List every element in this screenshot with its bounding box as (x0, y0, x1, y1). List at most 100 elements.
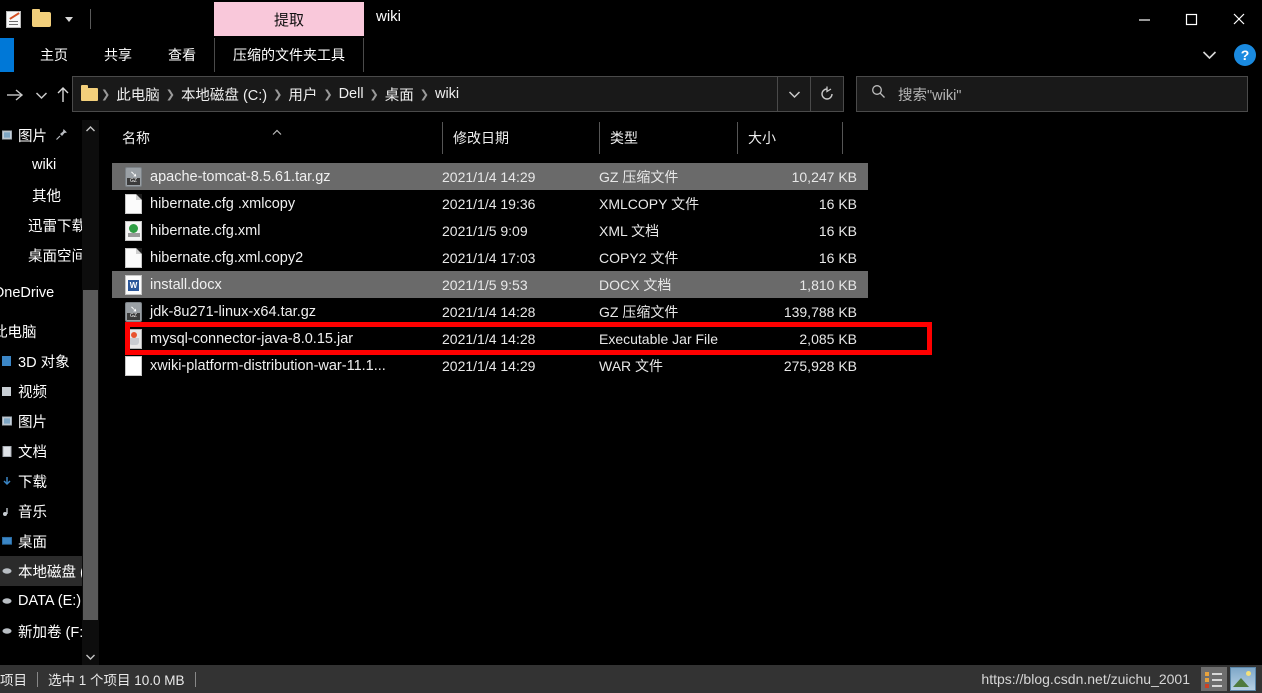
search-placeholder: 搜索"wiki" (898, 87, 962, 104)
tab-share[interactable]: 共享 (86, 38, 150, 72)
help-button[interactable]: ? (1234, 44, 1256, 66)
plain-file-icon (125, 355, 142, 376)
search-input[interactable]: 搜索"wiki" (856, 76, 1248, 112)
file-name: jdk-8u271-linux-x64.tar.gz (150, 303, 317, 320)
history-dropdown-icon[interactable] (777, 77, 810, 111)
status-item-count: 项目 (0, 673, 27, 688)
thumbnails-view-icon[interactable] (1230, 667, 1256, 691)
xml-file-icon (125, 220, 142, 241)
sidebar-item-thunder-download[interactable]: 迅雷下载 (0, 210, 82, 240)
objects-3d-icon (2, 354, 12, 368)
tab-view[interactable]: 查看 (150, 38, 214, 72)
column-header-date-modified[interactable]: 修改日期 (442, 122, 599, 154)
sidebar-item-desktop[interactable]: 桌面 (0, 526, 82, 556)
tab-compressed-folder-tools[interactable]: 压缩的文件夹工具 (214, 38, 363, 72)
column-header-size-label: 大小 (748, 130, 776, 146)
gz-archive-icon: ➘ GZ (125, 166, 142, 187)
file-name-cell: W install.docx (112, 274, 442, 295)
refresh-icon[interactable] (810, 77, 843, 111)
pin-icon[interactable] (55, 128, 68, 146)
sidebar-item-wiki[interactable]: wiki (0, 150, 82, 180)
breadcrumb-item-dell[interactable]: Dell (334, 86, 369, 102)
scroll-down-icon[interactable] (82, 648, 99, 665)
sidebar-item-label: 文档 (18, 444, 47, 461)
folder-shortcut-icon (2, 158, 12, 172)
breadcrumb-item-local-disk[interactable]: 本地磁盘 (C:) (176, 84, 272, 105)
sidebar-item-data-e[interactable]: DATA (E:) (0, 586, 82, 616)
help-label: ? (1240, 47, 1250, 63)
tab-share-label: 共享 (104, 47, 132, 63)
properties-icon[interactable] (0, 5, 26, 33)
sidebar-item-pictures-pinned[interactable]: 图片 (0, 120, 82, 150)
quick-access-toolbar (0, 4, 97, 34)
navigation-pane[interactable]: 图片 wiki 其他 迅雷下载 桌面空间 OneDrive 此电脑 3D 对象 (0, 120, 82, 665)
videos-icon (2, 384, 12, 398)
breadcrumb-sep: ❯ (369, 88, 379, 101)
sidebar-item-label: 图片 (18, 414, 47, 431)
scroll-up-icon[interactable] (82, 120, 99, 137)
sidebar-item-local-disk-c[interactable]: 本地磁盘 ( (0, 556, 82, 586)
details-view-icon[interactable] (1201, 667, 1227, 691)
minimize-button[interactable] (1121, 0, 1168, 38)
file-type: XMLCOPY 文件 (599, 195, 700, 212)
table-row[interactable]: W install.docx 2021/1/5 9:53 DOCX 文档 1,8… (112, 271, 1262, 298)
pictures-icon (2, 128, 12, 142)
chevron-down-icon[interactable] (1192, 40, 1226, 70)
column-header-type[interactable]: 类型 (599, 122, 737, 154)
tab-extract-contextual[interactable]: 提取 (214, 2, 364, 36)
sidebar-item-this-pc[interactable]: 此电脑 (0, 316, 82, 346)
sidebar-item-music[interactable]: 音乐 (0, 496, 82, 526)
close-button[interactable] (1215, 0, 1262, 38)
table-row[interactable]: hibernate.cfg.xml.copy2 2021/1/4 17:03 C… (112, 244, 1262, 271)
file-type: GZ 压缩文件 (599, 303, 679, 320)
sidebar-item-new-volume-f[interactable]: 新加卷 (F:) (0, 616, 82, 646)
sidebar-scrollbar-thumb[interactable] (83, 290, 98, 620)
table-row[interactable]: hibernate.cfg.xml 2021/1/5 9:09 XML 文档 1… (112, 217, 1262, 244)
breadcrumb-sep: ❯ (323, 88, 333, 101)
breadcrumb-item-desktop[interactable]: 桌面 (380, 84, 419, 105)
sidebar-item-label: OneDrive (0, 285, 55, 301)
sidebar-item-videos[interactable]: 视频 (0, 376, 82, 406)
column-header-size[interactable]: 大小 (737, 122, 842, 154)
table-row[interactable]: xwiki-platform-distribution-war-11.1... … (112, 352, 1262, 379)
address-bar[interactable]: ❯ 此电脑 ❯ 本地磁盘 (C:) ❯ 用户 ❯ Dell ❯ 桌面 ❯ wik… (72, 76, 844, 112)
sidebar-item-downloads[interactable]: 下载 (0, 466, 82, 496)
sidebar-item-pictures[interactable]: 图片 (0, 406, 82, 436)
breadcrumb-item-wiki[interactable]: wiki (430, 86, 464, 102)
sidebar-item-3d-objects[interactable]: 3D 对象 (0, 346, 82, 376)
sidebar-item-documents[interactable]: 文档 (0, 436, 82, 466)
address-bar-buttons (777, 77, 843, 111)
folder-shortcut-icon (2, 248, 12, 262)
back-arrow-icon[interactable] (4, 84, 26, 106)
file-name-cell: xwiki-platform-distribution-war-11.1... (112, 355, 442, 376)
file-name-cell: hibernate.cfg .xmlcopy (112, 193, 442, 214)
maximize-button[interactable] (1168, 0, 1215, 38)
customize-qat-icon[interactable] (56, 5, 82, 33)
tab-extract-label: 提取 (273, 11, 304, 29)
sort-ascending-icon (272, 123, 283, 139)
sidebar-scrollbar[interactable] (82, 120, 99, 665)
tab-file[interactable] (0, 38, 14, 72)
new-folder-icon[interactable] (28, 5, 54, 33)
file-date: 2021/1/4 14:29 (442, 168, 536, 185)
column-header-type-label: 类型 (610, 130, 638, 146)
drive-icon (2, 564, 12, 578)
file-type: DOCX 文档 (599, 276, 672, 293)
recent-locations-icon[interactable] (30, 84, 52, 106)
column-header-name[interactable]: 名称 (112, 122, 442, 154)
sidebar-item-label: 其他 (32, 188, 61, 205)
window-controls (1121, 0, 1262, 38)
sidebar-item-label: 下载 (18, 474, 47, 491)
breadcrumb-item-this-pc[interactable]: 此电脑 (111, 84, 165, 105)
column-header-end-divider (842, 122, 843, 154)
file-type: GZ 压缩文件 (599, 168, 679, 185)
up-arrow-icon[interactable] (52, 84, 74, 106)
sidebar-item-other[interactable]: 其他 (0, 180, 82, 210)
sidebar-item-onedrive[interactable]: OneDrive (0, 278, 82, 308)
tab-home[interactable]: 主页 (22, 38, 86, 72)
table-row[interactable]: ➘ GZ jdk-8u271-linux-x64.tar.gz 2021/1/4 … (112, 298, 1262, 325)
table-row[interactable]: hibernate.cfg .xmlcopy 2021/1/4 19:36 XM… (112, 190, 1262, 217)
table-row[interactable]: ➘ GZ apache-tomcat-8.5.61.tar.gz 2021/1/4… (112, 163, 1262, 190)
sidebar-item-desktop-space[interactable]: 桌面空间 (0, 240, 82, 270)
breadcrumb-item-users[interactable]: 用户 (283, 84, 322, 105)
